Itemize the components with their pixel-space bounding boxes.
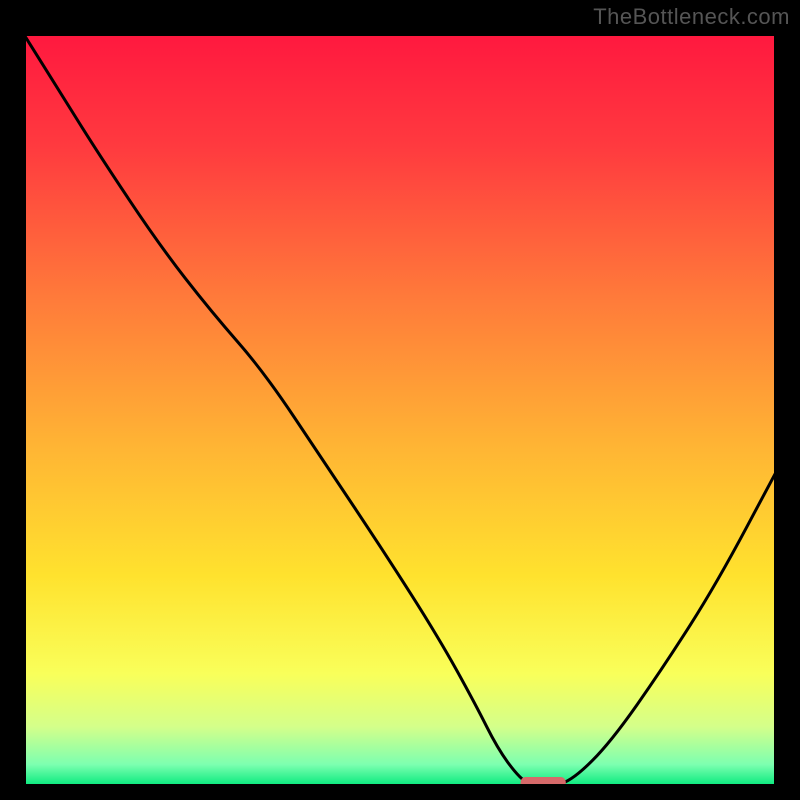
chart-background	[23, 33, 777, 787]
chart-svg	[23, 33, 777, 787]
chart-container: TheBottleneck.com	[0, 0, 800, 800]
plot-area	[23, 33, 777, 787]
watermark-text: TheBottleneck.com	[593, 4, 790, 30]
